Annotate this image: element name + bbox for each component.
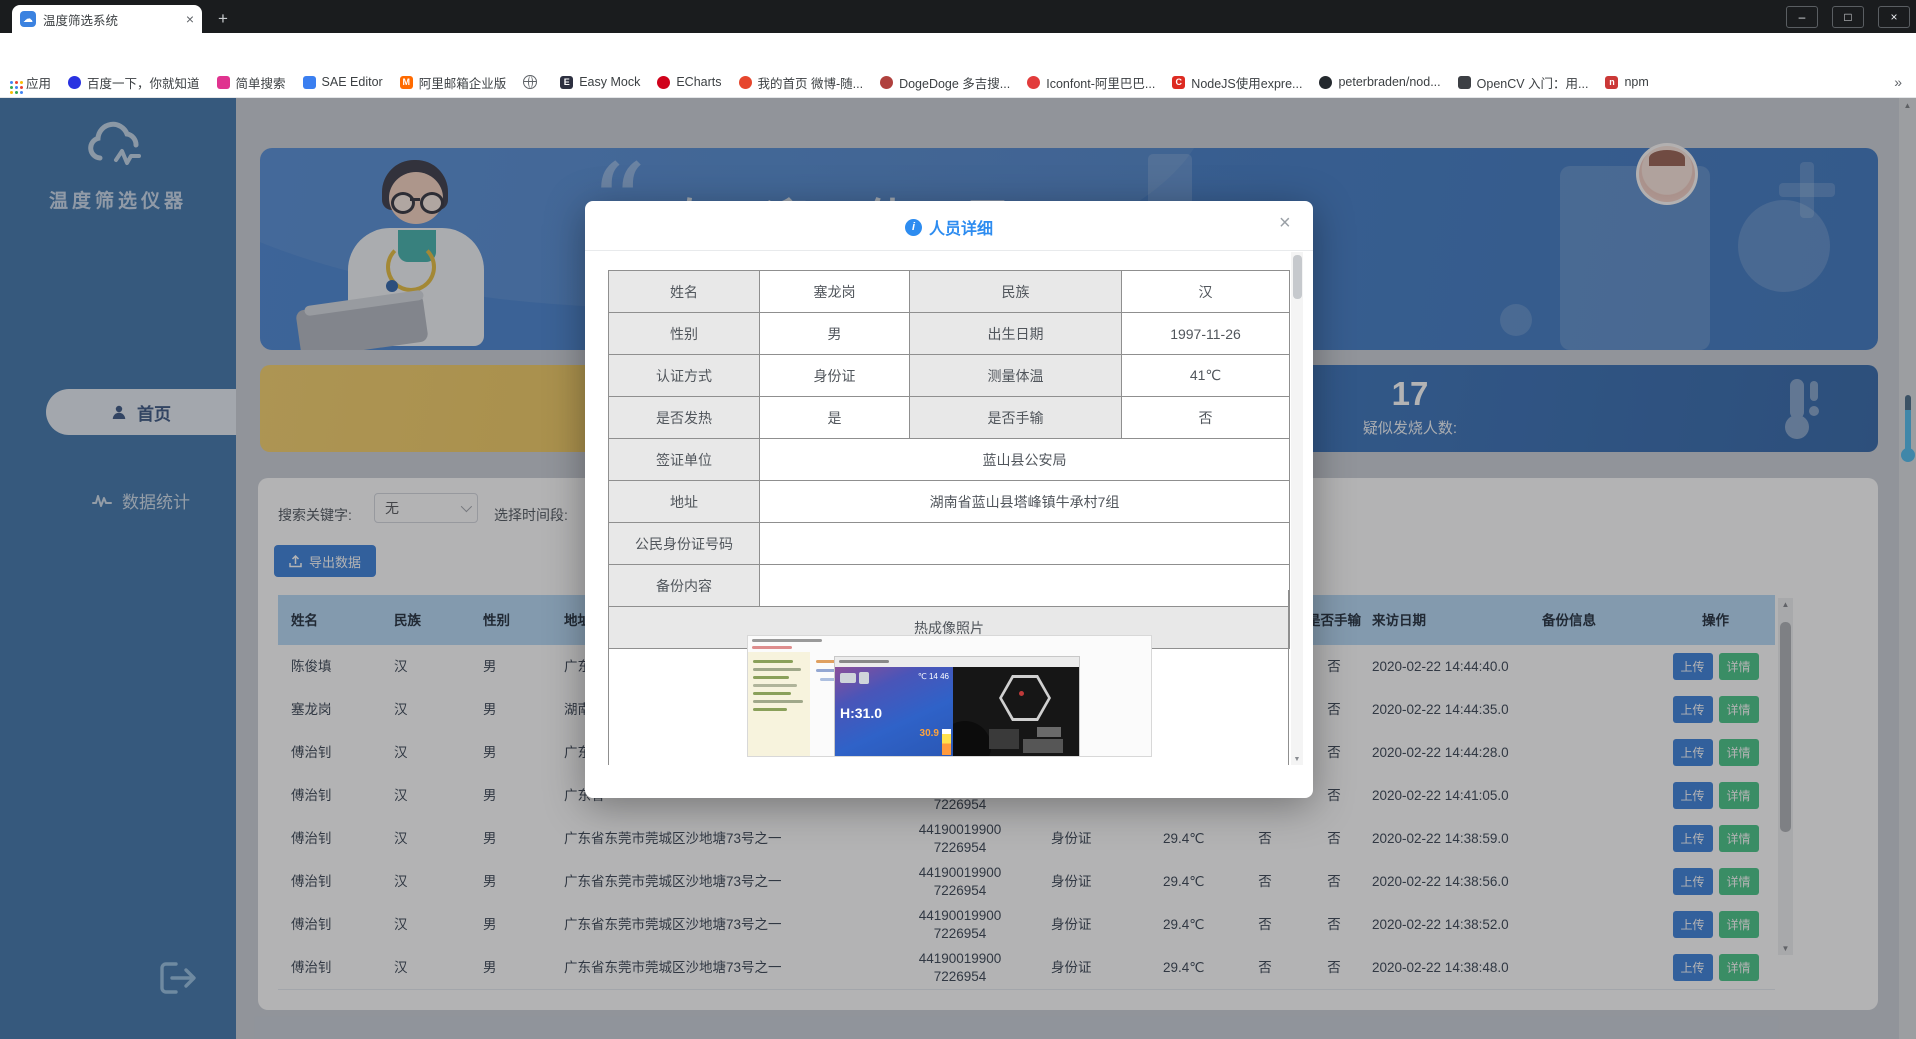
bookmark-sae-editor[interactable]: SAE Editor — [303, 75, 383, 89]
address-bar: ← → i 不安全 | jccnccloud.com/hp.html#/admi… — [0, 33, 1916, 68]
bookmark-csdn-nodejs[interactable]: CNodeJS使用expre... — [1172, 73, 1302, 92]
modal-scroll-down-icon[interactable]: ▼ — [1291, 756, 1303, 763]
opencv-icon — [1458, 76, 1471, 89]
bookmarks-bar: 应用 百度一下，你就知道 简单搜索 SAE Editor M阿里邮箱企业版 EE… — [0, 67, 1916, 98]
modal-scrollbar-thumb[interactable] — [1293, 255, 1302, 299]
thermal-top-reading: ℃ 14 46 — [918, 672, 949, 681]
bookmark-baidu[interactable]: 百度一下，你就知道 — [68, 73, 200, 92]
camera-popup-window: ℃ 14 46 H:31.0 30.9 — [834, 656, 1080, 757]
window-maximize-button[interactable]: □ — [1832, 6, 1864, 28]
bookmark-easy-mock[interactable]: EEasy Mock — [560, 75, 640, 89]
tab-title: 温度筛选系统 — [43, 10, 179, 29]
github-icon — [1319, 76, 1332, 89]
sae-icon — [303, 76, 316, 89]
bookmark-simple-search[interactable]: 简单搜索 — [217, 73, 286, 92]
dogedoge-icon — [880, 76, 893, 89]
csdn-icon: C — [1172, 76, 1185, 89]
thermal-camera-view: ℃ 14 46 H:31.0 30.9 — [835, 667, 953, 757]
modal-close-icon[interactable]: × — [1279, 213, 1291, 233]
thermal-photo[interactable]: ℃ 14 46 H:31.0 30.9 — [747, 635, 1152, 757]
tab-favicon-cloud-icon: ☁ — [20, 11, 36, 27]
thermal-h-reading: H:31.0 — [840, 705, 882, 721]
window-close-button[interactable]: × — [1878, 6, 1910, 28]
browser-title-bar: ☁ 温度筛选系统 × + – □ × — [0, 0, 1916, 33]
bookmark-apps[interactable]: 应用 — [8, 73, 51, 92]
apps-grid-icon — [10, 81, 13, 84]
bookmark-github[interactable]: peterbraden/nod... — [1319, 75, 1440, 89]
modal-scrollbar[interactable]: ▼ — [1291, 252, 1303, 765]
globe-icon — [523, 75, 537, 89]
ceiling-light-hexagon — [999, 675, 1051, 721]
bookmark-iconfont[interactable]: Iconfont-阿里巴巴... — [1027, 73, 1155, 92]
weibo-icon — [739, 76, 752, 89]
modal-title: i 人员详细 — [585, 215, 1313, 239]
modal-header-divider — [585, 250, 1313, 251]
bookmark-globe[interactable] — [523, 75, 543, 89]
window-minimize-button[interactable]: – — [1786, 6, 1818, 28]
modal-body: 姓名塞龙岗民族汉 性别男出生日期1997-11-26 认证方式身份证测量体温41… — [585, 252, 1313, 765]
bookmark-echarts[interactable]: ECharts — [657, 75, 721, 89]
new-tab-button[interactable]: + — [212, 8, 234, 30]
person-detail-modal: i 人员详细 × 姓名塞龙岗民族汉 性别男出生日期1997-11-26 认证方式… — [585, 201, 1313, 798]
baidu-icon — [68, 76, 81, 89]
tab-close-icon[interactable]: × — [186, 11, 194, 27]
echarts-icon — [657, 76, 670, 89]
bookmark-npm[interactable]: nnpm — [1605, 75, 1648, 89]
thermal-side-reading: 30.9 — [920, 728, 939, 739]
browser-tab[interactable]: ☁ 温度筛选系统 × — [12, 5, 202, 33]
thermal-photo-cell: ℃ 14 46 H:31.0 30.9 — [608, 590, 1289, 765]
npm-icon: n — [1605, 76, 1618, 89]
bookmark-alimail[interactable]: M阿里邮箱企业版 — [400, 73, 507, 92]
info-icon: i — [905, 219, 922, 236]
bookmark-weibo[interactable]: 我的首页 微博-随... — [739, 73, 864, 92]
easymock-icon: E — [560, 76, 573, 89]
bookmarks-overflow-icon[interactable]: » — [1894, 74, 1902, 90]
normal-camera-view — [953, 667, 1079, 757]
bookmark-dogedoge[interactable]: DogeDoge 多吉搜... — [880, 73, 1010, 92]
alimail-icon: M — [400, 76, 413, 89]
app-window: ☁ 温度筛选系统 × + – □ × ← → i 不安全 | jccncclou… — [0, 0, 1916, 1039]
bookmark-opencv[interactable]: OpenCV 入门：用... — [1458, 73, 1589, 92]
page-viewport: 温度筛选仪器 首页 数据统计 — [0, 98, 1916, 1039]
iconfont-icon — [1027, 76, 1040, 89]
simple-search-icon — [217, 76, 230, 89]
